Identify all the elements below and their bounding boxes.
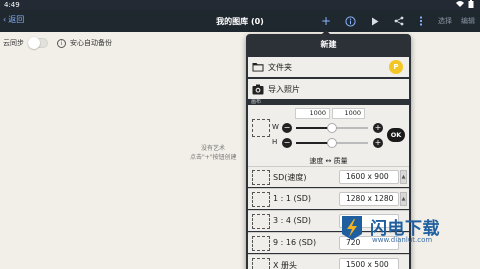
- canvas-size-panel: 1000 1000 W − + H − + OK 速度 ↔ 质量: [248, 105, 409, 166]
- watermark: 闪电下载 www.dianlut.com: [330, 212, 480, 252]
- more-button[interactable]: [414, 14, 428, 28]
- wifi-icon: [456, 1, 464, 7]
- preset-aspect-icon: [252, 192, 270, 207]
- height-label: H: [272, 138, 278, 146]
- popover-title: 新建: [320, 40, 337, 49]
- add-button[interactable]: +: [319, 14, 333, 28]
- width-slider[interactable]: [296, 123, 368, 133]
- preset-item[interactable]: X 册头 1500 x 500: [248, 254, 409, 269]
- premium-badge: P: [389, 60, 403, 74]
- speed-quality-label: 速度 ↔ 质量: [309, 157, 348, 165]
- safe-backup-label: 安心自动备份: [70, 39, 112, 47]
- page-title: 我的图库 (0): [216, 17, 264, 26]
- preset-item[interactable]: 1 : 1 (SD) 1280 x 1280 ▲: [248, 188, 409, 209]
- folder-label: 文件夹: [268, 62, 292, 72]
- play-icon: [372, 17, 379, 25]
- empty-state-hint: 点击"+"按钮创建: [190, 154, 237, 161]
- preset-name: X 册头: [273, 261, 298, 269]
- height-input[interactable]: 1000: [332, 108, 365, 119]
- aspect-preview: [252, 119, 270, 137]
- camera-icon: [248, 79, 268, 99]
- battery-icon: [468, 0, 474, 8]
- status-time: 4:49: [4, 1, 20, 9]
- share-icon: [394, 16, 404, 26]
- watermark-url: www.dianlut.com: [372, 236, 433, 244]
- info-icon: [344, 15, 356, 27]
- empty-state-title: 没有艺术: [201, 145, 226, 152]
- preset-size-select[interactable]: 1600 x 900: [339, 170, 399, 184]
- preset-size-select[interactable]: 1280 x 1280: [339, 192, 399, 206]
- status-icons: [456, 0, 474, 8]
- preset-aspect-icon: [252, 170, 270, 185]
- new-folder-item[interactable]: 文件夹 P: [248, 57, 409, 77]
- toggle-knob: [28, 37, 40, 49]
- play-button[interactable]: [368, 14, 382, 28]
- height-slider-row: H − +: [270, 137, 400, 149]
- height-decrease-button[interactable]: −: [282, 138, 292, 148]
- select-button[interactable]: 选择: [438, 16, 452, 26]
- ok-button[interactable]: OK: [387, 128, 405, 142]
- height-slider[interactable]: [296, 138, 368, 148]
- height-slider-thumb[interactable]: [327, 138, 337, 148]
- sync-row: 云同步 i 安心自动备份: [3, 37, 112, 49]
- sync-toggle[interactable]: [28, 37, 48, 49]
- width-decrease-button[interactable]: −: [282, 123, 292, 133]
- preset-name: SD(速度): [273, 173, 307, 182]
- preset-item[interactable]: SD(速度) 1600 x 900 ▲: [248, 166, 409, 187]
- more-vertical-icon: [419, 16, 423, 26]
- status-bar: 4:49: [0, 0, 480, 10]
- canvas-section-label: 画布: [251, 99, 262, 105]
- preset-name: 1 : 1 (SD): [273, 194, 311, 203]
- dropdown-arrow-icon[interactable]: ▲: [400, 170, 407, 184]
- info-button[interactable]: [343, 14, 357, 28]
- info-icon[interactable]: i: [57, 38, 66, 48]
- dropdown-arrow-icon[interactable]: ▲: [400, 192, 407, 206]
- width-input[interactable]: 1000: [295, 108, 330, 119]
- width-increase-button[interactable]: +: [373, 123, 383, 133]
- sync-label: 云同步: [3, 39, 24, 47]
- preset-aspect-icon: [252, 214, 270, 229]
- preset-aspect-icon: [252, 258, 270, 269]
- app-bar: ‹ 返回 我的图库 (0) + 选择 编辑: [0, 10, 480, 32]
- preset-aspect-icon: [252, 236, 270, 251]
- preset-name: 9 : 16 (SD): [273, 238, 317, 247]
- folder-icon: [248, 57, 268, 77]
- preset-name: 3 : 4 (SD): [273, 216, 311, 225]
- plus-icon: +: [320, 14, 332, 28]
- edit-button[interactable]: 编辑: [461, 16, 475, 26]
- import-photo-label: 导入照片: [268, 84, 300, 94]
- import-photo-item[interactable]: 导入照片: [248, 79, 409, 99]
- width-label: W: [272, 123, 279, 131]
- share-button[interactable]: [392, 14, 406, 28]
- height-increase-button[interactable]: +: [373, 138, 383, 148]
- width-slider-thumb[interactable]: [327, 123, 337, 133]
- lightning-logo-icon: [342, 216, 362, 240]
- preset-size-select[interactable]: 1500 x 500: [339, 258, 399, 269]
- width-slider-row: W − +: [270, 122, 400, 134]
